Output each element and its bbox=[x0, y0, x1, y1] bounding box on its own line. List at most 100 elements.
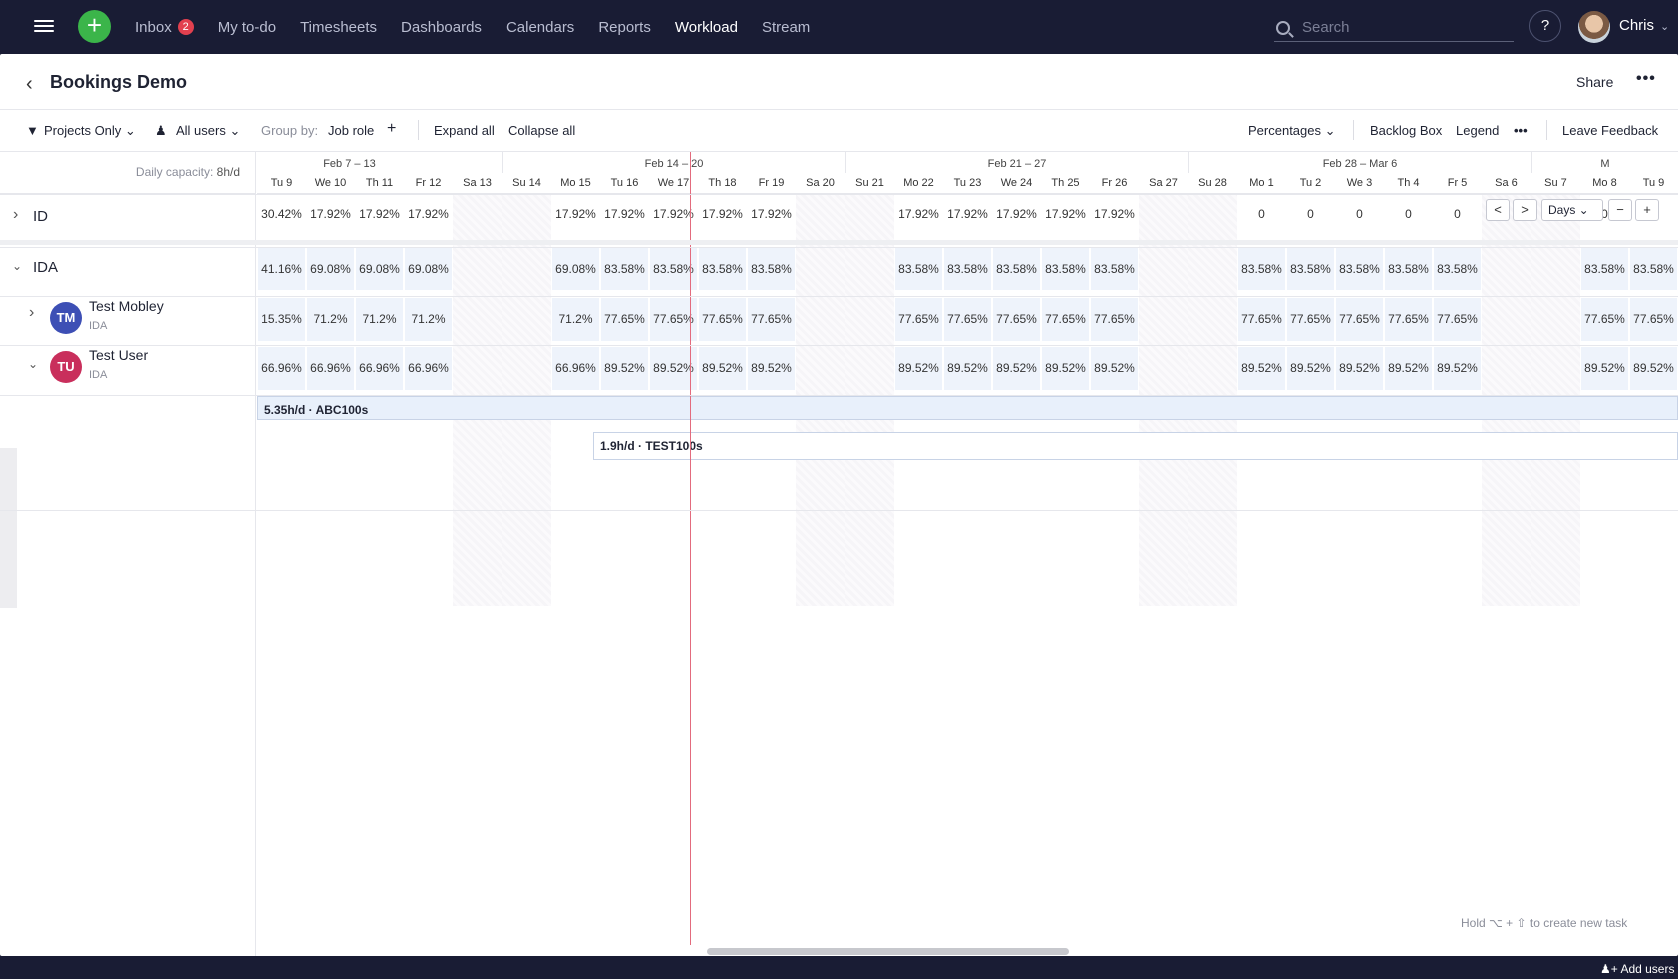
capacity-cell[interactable] bbox=[846, 248, 893, 290]
next-button[interactable]: > bbox=[1513, 199, 1537, 221]
capacity-cell[interactable] bbox=[1483, 298, 1530, 341]
capacity-cell[interactable]: 69.08% bbox=[405, 248, 452, 290]
capacity-cell[interactable] bbox=[454, 196, 501, 232]
collapse-all-button[interactable]: Collapse all bbox=[508, 123, 575, 138]
capacity-cell[interactable] bbox=[846, 347, 893, 390]
capacity-cell[interactable]: 83.58% bbox=[1091, 248, 1138, 290]
capacity-cell[interactable]: 77.65% bbox=[1238, 298, 1285, 341]
capacity-cell[interactable]: 89.52% bbox=[1042, 347, 1089, 390]
capacity-cell[interactable] bbox=[1532, 298, 1579, 341]
capacity-cell[interactable]: 77.65% bbox=[1630, 298, 1677, 341]
expand-all-button[interactable]: Expand all bbox=[434, 123, 495, 138]
nav-timesheets[interactable]: Timesheets bbox=[300, 19, 377, 36]
user-menu[interactable]: Chris ⌄ bbox=[1619, 17, 1669, 34]
capacity-cell[interactable]: 17.92% bbox=[356, 196, 403, 232]
capacity-cell[interactable]: 17.92% bbox=[601, 196, 648, 232]
booking-bar[interactable]: 1.9h/d · TEST100s bbox=[593, 432, 1678, 460]
capacity-cell[interactable]: 83.58% bbox=[1385, 248, 1432, 290]
capacity-cell[interactable]: 83.58% bbox=[1630, 248, 1677, 290]
capacity-cell[interactable]: 66.96% bbox=[307, 347, 354, 390]
capacity-cell[interactable]: 89.52% bbox=[895, 347, 942, 390]
users-dropdown[interactable]: All users ⌄ bbox=[176, 123, 240, 139]
nav-stream[interactable]: Stream bbox=[762, 19, 810, 36]
capacity-cell[interactable]: 77.65% bbox=[895, 298, 942, 341]
capacity-cell[interactable]: 66.96% bbox=[552, 347, 599, 390]
add-users-button[interactable]: ♟+ Add users bbox=[1600, 962, 1674, 976]
more-options-icon[interactable]: ••• bbox=[1636, 70, 1656, 88]
capacity-cell[interactable]: 17.92% bbox=[699, 196, 746, 232]
capacity-cell[interactable]: 77.65% bbox=[1336, 298, 1383, 341]
capacity-cell[interactable]: 69.08% bbox=[356, 248, 403, 290]
capacity-cell[interactable]: 69.08% bbox=[552, 248, 599, 290]
capacity-cell[interactable] bbox=[797, 248, 844, 290]
capacity-cell[interactable]: 77.65% bbox=[1385, 298, 1432, 341]
collapse-chevron-icon[interactable]: ⌄ bbox=[28, 357, 38, 371]
capacity-cell[interactable]: 83.58% bbox=[1287, 248, 1334, 290]
capacity-cell[interactable] bbox=[1140, 298, 1187, 341]
capacity-cell[interactable] bbox=[1189, 196, 1236, 232]
capacity-cell[interactable]: 89.52% bbox=[1434, 347, 1481, 390]
capacity-cell[interactable]: 89.52% bbox=[1287, 347, 1334, 390]
capacity-cell[interactable]: 71.2% bbox=[307, 298, 354, 341]
capacity-cell[interactable] bbox=[1483, 248, 1530, 290]
display-mode-dropdown[interactable]: Percentages ⌄ bbox=[1248, 123, 1336, 139]
nav-my-todo[interactable]: My to-do bbox=[218, 19, 276, 36]
capacity-cell[interactable]: 89.52% bbox=[1091, 347, 1138, 390]
menu-icon[interactable] bbox=[34, 17, 54, 37]
capacity-cell[interactable]: 83.58% bbox=[993, 248, 1040, 290]
capacity-cell[interactable] bbox=[1189, 248, 1236, 290]
capacity-cell[interactable]: 0 bbox=[1287, 196, 1334, 232]
user-avatar[interactable] bbox=[1578, 11, 1610, 43]
capacity-cell[interactable]: 17.92% bbox=[748, 196, 795, 232]
capacity-cell[interactable] bbox=[503, 347, 550, 390]
nav-inbox[interactable]: Inbox 2 bbox=[135, 19, 194, 36]
search-input[interactable] bbox=[1302, 19, 1502, 36]
capacity-cell[interactable]: 69.08% bbox=[307, 248, 354, 290]
nav-reports[interactable]: Reports bbox=[598, 19, 651, 36]
capacity-cell[interactable]: 83.58% bbox=[1042, 248, 1089, 290]
expand-chevron-icon[interactable]: › bbox=[13, 206, 18, 224]
nav-workload[interactable]: Workload bbox=[675, 19, 738, 36]
capacity-cell[interactable]: 17.92% bbox=[895, 196, 942, 232]
legend-button[interactable]: Legend bbox=[1456, 123, 1499, 138]
nav-calendars[interactable]: Calendars bbox=[506, 19, 574, 36]
capacity-cell[interactable] bbox=[1189, 298, 1236, 341]
capacity-cell[interactable]: 77.65% bbox=[1434, 298, 1481, 341]
capacity-cell[interactable]: 77.65% bbox=[601, 298, 648, 341]
capacity-cell[interactable] bbox=[1140, 196, 1187, 232]
capacity-cell[interactable] bbox=[503, 248, 550, 290]
capacity-cell[interactable]: 71.2% bbox=[552, 298, 599, 341]
capacity-cell[interactable]: 83.58% bbox=[1581, 248, 1628, 290]
prev-button[interactable]: < bbox=[1486, 199, 1510, 221]
capacity-cell[interactable]: 66.96% bbox=[405, 347, 452, 390]
capacity-cell[interactable]: 77.65% bbox=[1042, 298, 1089, 341]
share-button[interactable]: Share bbox=[1576, 74, 1613, 90]
capacity-cell[interactable]: 0 bbox=[1385, 196, 1432, 232]
add-group-icon[interactable]: + bbox=[387, 120, 396, 138]
capacity-cell[interactable] bbox=[454, 347, 501, 390]
capacity-cell[interactable]: 89.52% bbox=[699, 347, 746, 390]
period-select[interactable]: Days ⌄ bbox=[1541, 199, 1603, 221]
nav-dashboards[interactable]: Dashboards bbox=[401, 19, 482, 36]
capacity-cell[interactable] bbox=[1140, 248, 1187, 290]
capacity-cell[interactable]: 77.65% bbox=[1581, 298, 1628, 341]
capacity-cell[interactable] bbox=[1189, 347, 1236, 390]
capacity-cell[interactable]: 83.58% bbox=[895, 248, 942, 290]
capacity-cell[interactable] bbox=[846, 196, 893, 232]
user-name[interactable]: Test Mobley bbox=[89, 298, 164, 314]
zoom-in-button[interactable]: + bbox=[1635, 199, 1659, 221]
capacity-cell[interactable]: 83.58% bbox=[1434, 248, 1481, 290]
capacity-cell[interactable] bbox=[797, 347, 844, 390]
group-by-value[interactable]: Job role bbox=[328, 123, 374, 138]
capacity-cell[interactable]: 66.96% bbox=[356, 347, 403, 390]
horizontal-scrollbar[interactable] bbox=[707, 948, 1069, 955]
more-icon[interactable]: ••• bbox=[1514, 123, 1528, 138]
create-button[interactable]: + bbox=[78, 10, 111, 43]
capacity-cell[interactable]: 89.52% bbox=[748, 347, 795, 390]
capacity-cell[interactable]: 77.65% bbox=[748, 298, 795, 341]
backlog-box-button[interactable]: Backlog Box bbox=[1370, 123, 1442, 138]
capacity-cell[interactable]: 30.42% bbox=[258, 196, 305, 232]
capacity-cell[interactable]: 89.52% bbox=[1336, 347, 1383, 390]
capacity-cell[interactable]: 89.52% bbox=[1238, 347, 1285, 390]
capacity-cell[interactable]: 17.92% bbox=[1091, 196, 1138, 232]
